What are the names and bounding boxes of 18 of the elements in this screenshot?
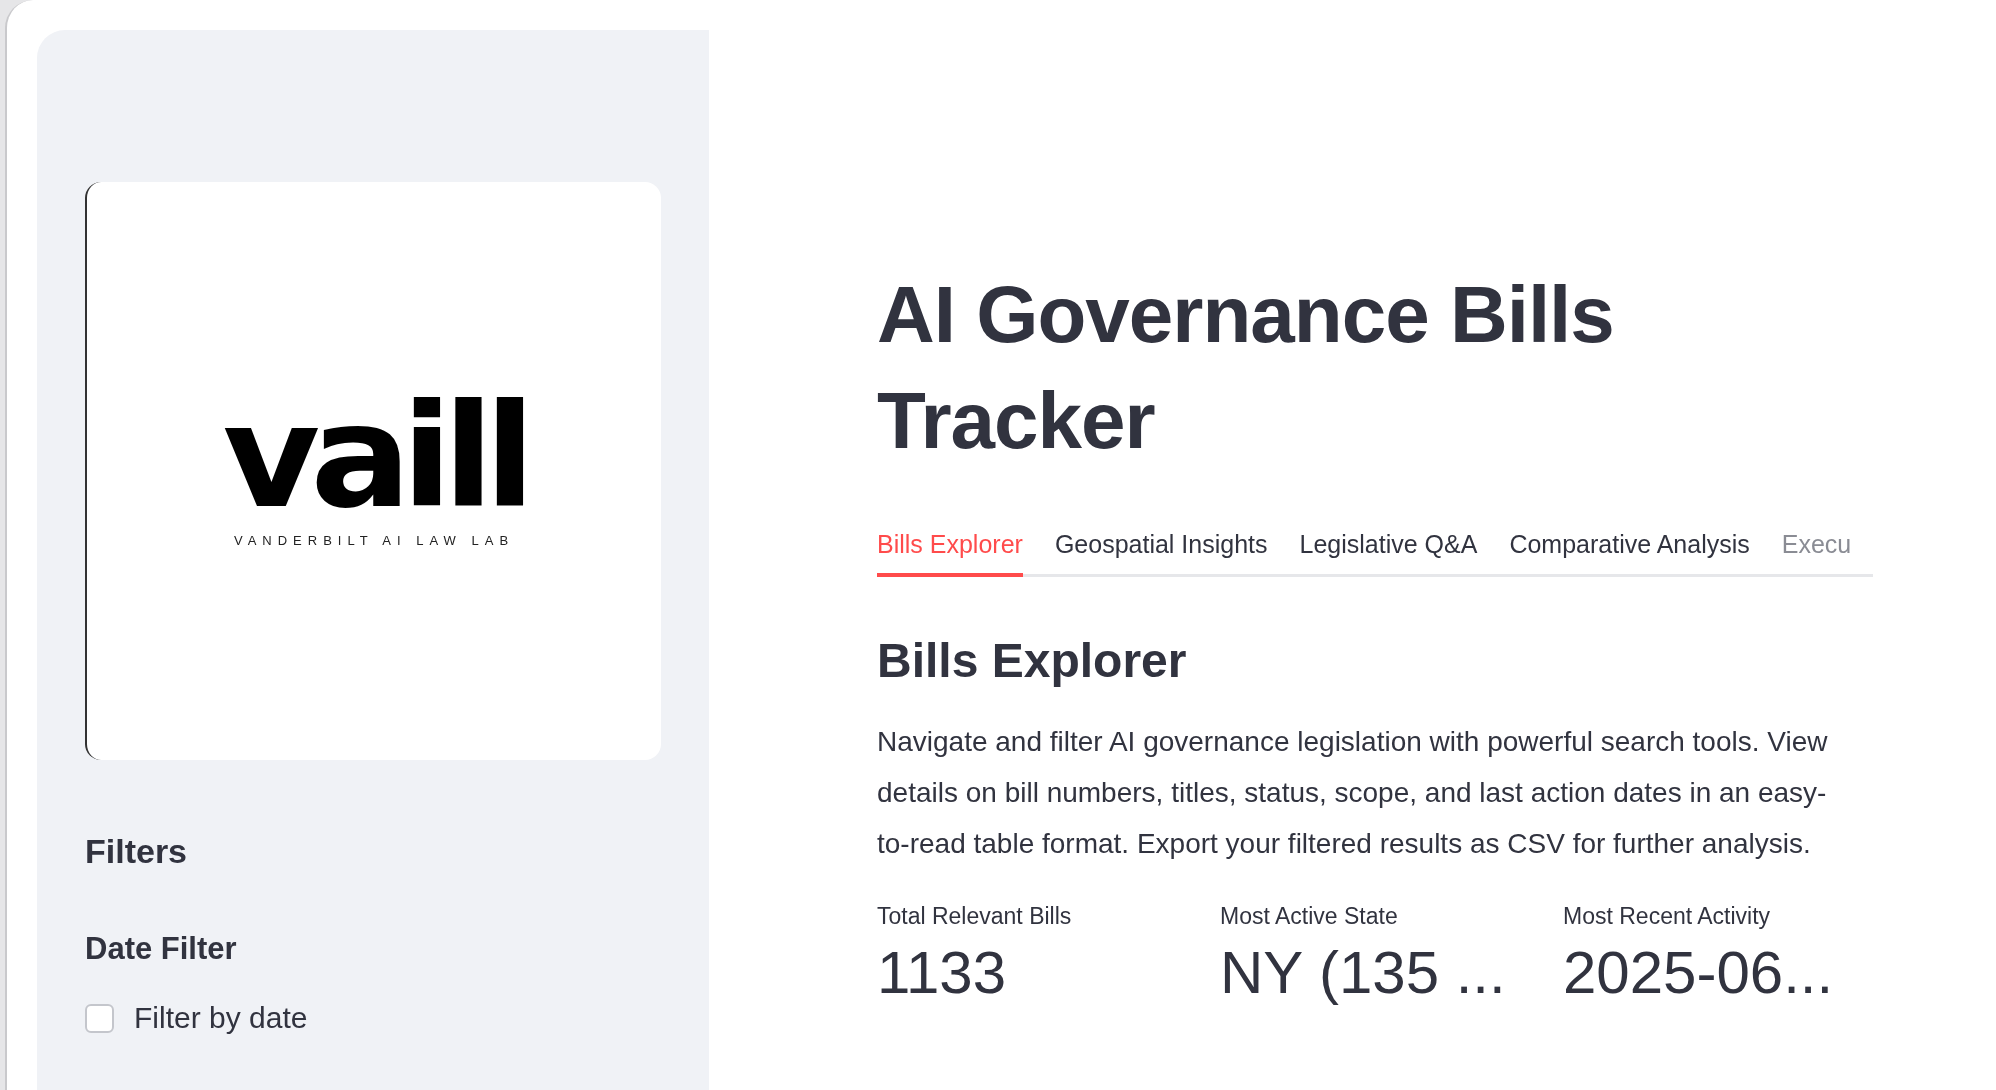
tab[interactable]: Comparative Analysis <box>1509 530 1750 577</box>
checkbox[interactable] <box>85 1003 114 1033</box>
checkbox-label: Filter by date <box>134 1001 308 1035</box>
filters-heading: Filters <box>85 832 189 871</box>
page-title: AI Governance Bills Tracker <box>877 269 1615 467</box>
metric-value: 1133 <box>877 938 1008 1007</box>
metric-label: Most Recent Activity <box>1563 903 1772 930</box>
tab[interactable]: Legislative Q&A <box>1299 530 1478 577</box>
section-title: Bills Explorer <box>877 633 1188 688</box>
metric-value: NY (135 ... <box>1220 938 1507 1007</box>
metric-label: Total Relevant Bills <box>877 903 1073 930</box>
metric-value: 2025-06... <box>1563 938 1835 1007</box>
logo-wordmark: vaill <box>222 396 526 519</box>
description-text: Navigate and filter AI governance legislation with powerful search tools. View details on bill numbers, titles, status, scope, and last action dates in an easy-to-read table format. Export your filtered results as CSV for further analysis. <box>877 725 1829 861</box>
logo-tagline: VANDERBILT AI LAW LAB <box>233 533 515 549</box>
date-filter-heading: Date Filter <box>85 931 238 967</box>
tab[interactable]: Geospatial Insights <box>1054 530 1268 577</box>
metric-label: Most Active State <box>1220 903 1399 930</box>
